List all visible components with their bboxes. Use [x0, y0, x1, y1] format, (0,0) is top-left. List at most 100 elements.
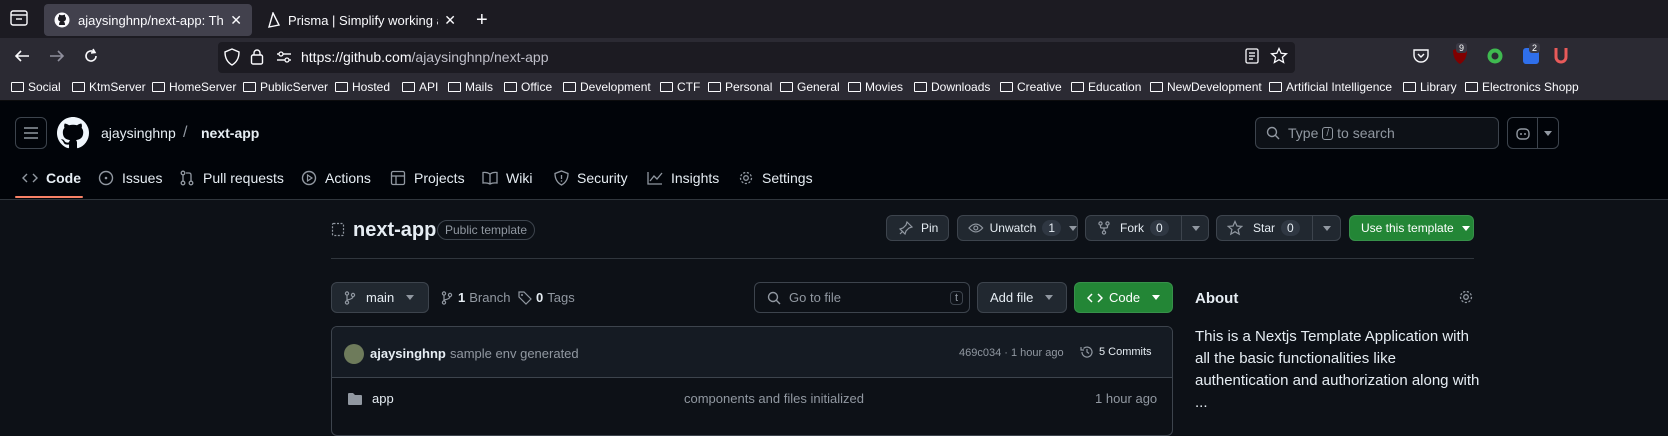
tag-icon — [518, 290, 532, 305]
repo-link[interactable]: next-app — [201, 125, 259, 141]
tags-link[interactable]: 0 Tags — [518, 290, 575, 305]
tab-label: Security — [577, 170, 628, 186]
reader-view-icon[interactable] — [1244, 48, 1260, 64]
browser-tab-github[interactable]: ajaysinghnp/next-app: This is a ✕ — [44, 4, 252, 36]
permissions-icon[interactable] — [276, 51, 292, 63]
bookmark-folder[interactable]: PublicServer — [243, 80, 328, 94]
branch-icon — [441, 290, 453, 305]
code-button[interactable]: Code — [1074, 282, 1173, 313]
url-text: https://github.com/ajaysinghnp/next-app — [301, 49, 549, 65]
folder-icon — [1403, 82, 1416, 92]
browser-tab-strip: ajaysinghnp/next-app: This is a ✕ Prisma… — [0, 0, 1668, 38]
fork-icon — [1098, 221, 1110, 235]
copilot-button[interactable] — [1507, 117, 1559, 149]
commits-link[interactable]: 5 Commits — [1080, 345, 1152, 359]
chevron-down-icon[interactable] — [1538, 130, 1558, 136]
watch-label: Unwatch — [989, 221, 1037, 235]
reload-icon[interactable] — [82, 47, 100, 65]
commit-message[interactable]: sample env generated — [450, 346, 579, 361]
bookmark-folder[interactable]: Artificial Intelligence — [1269, 80, 1392, 94]
graph-icon — [647, 172, 663, 185]
add-file-label: Add file — [990, 290, 1034, 305]
branch-label: Branch — [469, 290, 511, 305]
tab-overview-icon[interactable] — [10, 10, 28, 26]
commit-author[interactable]: ajaysinghnp — [370, 346, 446, 361]
star-count: 0 — [1281, 220, 1300, 236]
browser-tab-prisma[interactable]: Prisma | Simplify working and in ✕ — [256, 4, 466, 36]
bookmark-folder[interactable]: HomeServer — [152, 80, 236, 94]
star-button[interactable]: Star 0 — [1216, 215, 1341, 241]
bookmark-folder[interactable]: Development — [563, 80, 651, 94]
folder-icon — [914, 82, 927, 92]
watch-button[interactable]: Unwatch 1 — [957, 215, 1078, 241]
branch-selector[interactable]: main — [331, 282, 429, 313]
bookmark-folder[interactable]: Education — [1071, 80, 1141, 94]
folder-icon — [1465, 82, 1478, 92]
go-to-file-input[interactable]: Go to file t — [754, 282, 970, 313]
file-name[interactable]: app — [372, 391, 394, 406]
tab-projects[interactable]: Projects — [390, 170, 465, 186]
extension-green-icon[interactable] — [1486, 47, 1504, 65]
repo-title[interactable]: next-app — [353, 219, 436, 242]
avatar[interactable] — [344, 344, 364, 364]
bookmark-folder[interactable]: KtmServer — [72, 80, 146, 94]
close-tab-icon[interactable]: ✕ — [230, 12, 242, 29]
bookmark-folder[interactable]: Electronics Shopp — [1465, 80, 1668, 94]
tab-code[interactable]: Code — [22, 170, 81, 186]
breadcrumb-separator: / — [183, 124, 188, 141]
fork-button[interactable]: Fork 0 — [1085, 215, 1209, 241]
file-commit-message[interactable]: components and files initialized — [684, 391, 864, 406]
forward-icon[interactable] — [48, 48, 66, 64]
bookmark-folder[interactable]: Movies — [848, 80, 903, 94]
back-icon[interactable] — [13, 48, 31, 64]
bookmark-star-icon[interactable] — [1270, 47, 1288, 65]
bookmark-folder[interactable]: Downloads — [914, 80, 990, 94]
search-input[interactable]: Type / to search — [1255, 117, 1499, 149]
bookmark-folder[interactable]: API — [402, 80, 438, 94]
github-logo-icon[interactable] — [57, 117, 89, 149]
folder-icon — [780, 82, 793, 92]
bookmark-folder[interactable]: Library — [1403, 80, 1457, 94]
bookmark-folder[interactable]: Office — [504, 80, 552, 94]
close-tab-icon[interactable]: ✕ — [444, 12, 456, 29]
commit-hash[interactable]: 469c034 — [959, 347, 1001, 359]
commit-meta: 469c034 · 1 hour ago — [959, 347, 1064, 359]
bookmark-folder[interactable]: CTF — [660, 80, 700, 94]
table-row[interactable]: app components and files initialized 1 h… — [332, 378, 1172, 418]
tab-issues[interactable]: Issues — [98, 170, 162, 186]
shield-icon[interactable] — [224, 48, 240, 66]
bookmark-folder[interactable]: Social — [11, 80, 61, 94]
tab-pull-requests[interactable]: Pull requests — [179, 170, 284, 186]
folder-icon — [848, 82, 861, 92]
bookmark-folder[interactable]: Mails — [448, 80, 493, 94]
pin-button[interactable]: Pin — [886, 215, 949, 241]
ublock-badge: 9 — [1456, 43, 1468, 53]
folder-icon — [504, 82, 517, 92]
bookmark-folder[interactable]: Personal — [708, 80, 772, 94]
bookmark-folder[interactable]: NewDevelopment — [1150, 80, 1262, 94]
bookmark-folder[interactable]: Hosted — [335, 80, 390, 94]
bookmark-folder[interactable]: General — [780, 80, 840, 94]
tab-label: Actions — [325, 170, 371, 186]
new-tab-icon[interactable]: + — [476, 9, 488, 32]
bookmark-folder[interactable]: Creative — [1000, 80, 1062, 94]
add-file-button[interactable]: Add file — [977, 282, 1067, 313]
chevron-down-icon[interactable] — [1191, 225, 1200, 231]
tab-actions[interactable]: Actions — [301, 170, 371, 186]
tab-insights[interactable]: Insights — [647, 170, 719, 186]
chevron-down-icon[interactable] — [1322, 225, 1331, 231]
extension-magnet-icon[interactable] — [1554, 46, 1568, 66]
lock-icon[interactable] — [250, 48, 264, 65]
star-divider — [1311, 216, 1313, 240]
gear-icon[interactable] — [1458, 289, 1474, 305]
menu-button[interactable] — [15, 117, 47, 149]
owner-link[interactable]: ajaysinghnp — [101, 125, 176, 141]
tab-wiki[interactable]: Wiki — [482, 170, 532, 186]
pocket-icon[interactable] — [1412, 48, 1430, 64]
tab-security[interactable]: Security — [554, 170, 628, 186]
branches-link[interactable]: 1 Branch — [441, 290, 510, 305]
tab-title: ajaysinghnp/next-app: This is a — [78, 12, 224, 28]
tab-settings[interactable]: Settings — [738, 170, 813, 186]
use-template-button[interactable]: Use this template — [1349, 215, 1474, 241]
folder-icon — [243, 82, 256, 92]
